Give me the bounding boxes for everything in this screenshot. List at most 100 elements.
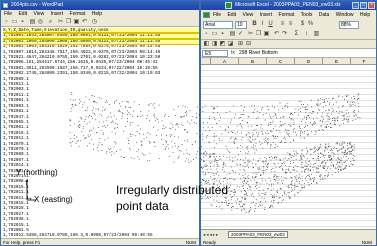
data-point (318, 109, 320, 111)
data-point (301, 184, 303, 186)
data-point (147, 132, 149, 133)
data-point (341, 147, 343, 149)
data-point (349, 151, 351, 153)
data-point (346, 153, 348, 154)
data-point (85, 137, 87, 138)
data-point (345, 113, 347, 115)
data-point (217, 164, 219, 166)
data-point (94, 101, 96, 103)
data-point (268, 132, 269, 134)
data-point (301, 131, 303, 133)
data-point (214, 119, 216, 120)
data-point (303, 116, 305, 118)
data-point (155, 120, 156, 122)
data-point (70, 142, 72, 144)
data-point (211, 161, 213, 163)
data-point (338, 165, 340, 167)
data-point (253, 167, 255, 168)
data-point (78, 120, 80, 122)
data-point (149, 160, 151, 161)
data-point (307, 135, 309, 137)
data-point (275, 180, 276, 182)
data-point (89, 134, 91, 136)
data-point (274, 114, 276, 116)
data-point (202, 111, 204, 112)
data-point (308, 170, 310, 172)
data-point (155, 117, 157, 119)
annotation-caption: Irregularly distributed point data (116, 182, 266, 214)
data-point (302, 106, 304, 108)
data-point (356, 99, 358, 100)
data-point (221, 139, 223, 141)
data-point (188, 159, 189, 161)
data-point (292, 160, 294, 162)
data-point (253, 158, 254, 160)
data-point (105, 99, 107, 101)
data-point (248, 167, 250, 169)
data-point (119, 109, 121, 111)
data-point (333, 117, 335, 119)
data-point (195, 157, 197, 159)
data-point (211, 106, 213, 108)
data-point (174, 145, 176, 147)
data-point (351, 105, 352, 107)
data-point (303, 131, 305, 133)
data-point (234, 143, 236, 144)
data-point (175, 123, 177, 125)
data-point (334, 118, 336, 120)
data-point (248, 151, 249, 153)
data-point (352, 149, 354, 151)
data-point (352, 119, 353, 121)
data-point (162, 143, 164, 145)
data-point (352, 146, 354, 148)
data-point (181, 116, 183, 118)
data-point (229, 121, 231, 123)
data-point (243, 177, 245, 179)
data-point (300, 131, 302, 133)
data-point (347, 142, 349, 144)
data-point (351, 144, 353, 146)
data-point (146, 117, 147, 119)
data-point (313, 148, 315, 150)
data-point (233, 116, 235, 118)
data-point (313, 178, 315, 180)
data-point (357, 117, 359, 118)
data-point (233, 178, 235, 180)
data-point (100, 129, 102, 131)
data-point (325, 146, 327, 148)
data-point (322, 155, 324, 157)
data-point (272, 197, 274, 199)
data-point (287, 192, 289, 194)
data-point (214, 107, 215, 109)
data-point (312, 169, 314, 171)
data-point (290, 157, 292, 158)
data-point (300, 177, 302, 179)
data-point (269, 121, 271, 123)
data-point (325, 163, 327, 165)
data-point (346, 119, 348, 121)
data-point (343, 146, 345, 148)
data-point (323, 101, 324, 103)
data-point (289, 184, 291, 186)
data-point (214, 147, 215, 149)
data-point (269, 156, 270, 158)
data-point (329, 126, 331, 128)
data-point (298, 174, 300, 176)
data-point (219, 126, 221, 128)
data-point (143, 138, 145, 140)
data-point (196, 151, 198, 153)
data-point (283, 192, 285, 194)
data-point (150, 102, 152, 104)
data-point (307, 150, 309, 152)
data-point (328, 174, 330, 176)
data-point (325, 121, 327, 123)
data-point (279, 158, 281, 160)
data-point (296, 166, 298, 168)
data-point (303, 132, 305, 134)
data-point (72, 103, 74, 105)
data-point (242, 165, 244, 167)
data-point (292, 128, 294, 130)
data-point (110, 121, 112, 123)
data-point (244, 166, 246, 168)
data-point (275, 158, 277, 160)
